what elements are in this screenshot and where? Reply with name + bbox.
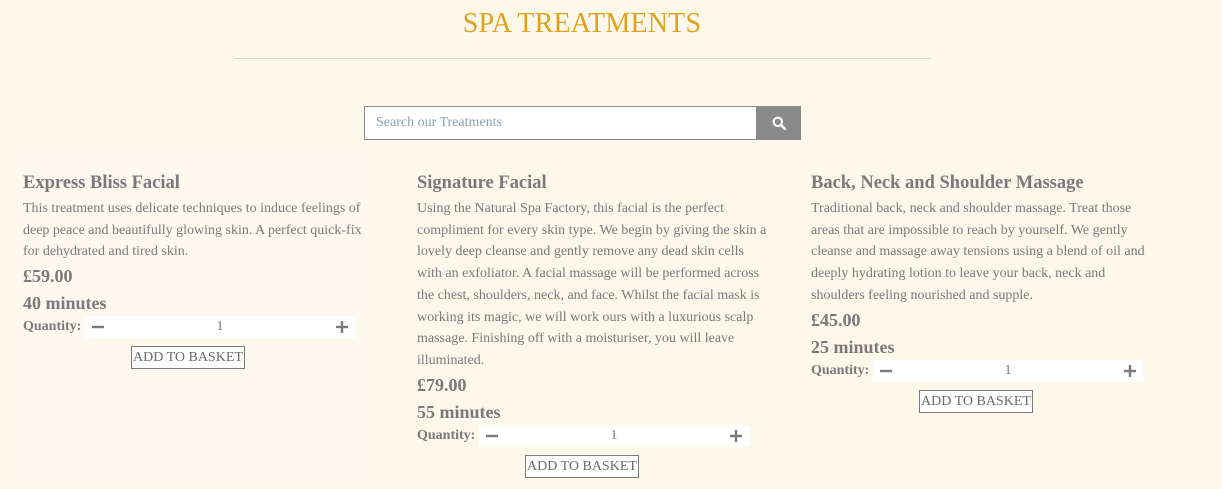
treatment-price: £45.00	[811, 309, 861, 330]
search-button[interactable]	[757, 106, 801, 140]
treatment-duration: 40 minutes	[23, 293, 107, 314]
treatment-price: £59.00	[23, 266, 73, 287]
quantity-row: Quantity: 1	[23, 316, 373, 339]
minus-icon[interactable]	[879, 364, 893, 378]
quantity-stepper: 1	[85, 316, 355, 339]
minus-icon[interactable]	[91, 320, 105, 334]
quantity-stepper: 1	[873, 359, 1143, 382]
treatment-card: Signature Facial Using the Natural Spa F…	[417, 172, 767, 478]
treatment-description: This treatment uses delicate techniques …	[23, 201, 362, 260]
add-to-basket-button[interactable]: ADD TO BASKET	[525, 454, 639, 478]
treatment-name: Signature Facial	[417, 173, 547, 193]
quantity-label: Quantity:	[417, 427, 476, 443]
quantity-input[interactable]: 1	[611, 428, 618, 444]
quantity-label: Quantity:	[23, 319, 82, 335]
quantity-row: Quantity: 1	[811, 359, 1161, 382]
quantity-input[interactable]: 1	[217, 319, 224, 335]
treatment-name: Express Bliss Facial	[23, 173, 180, 193]
title-divider	[234, 58, 931, 59]
search-icon	[772, 116, 786, 130]
treatment-description: Traditional back, neck and shoulder mass…	[811, 201, 1145, 303]
quantity-stepper: 1	[479, 424, 749, 447]
plus-icon[interactable]	[1123, 364, 1137, 378]
treatment-description: Using the Natural Spa Factory, this faci…	[417, 201, 767, 368]
treatment-duration: 55 minutes	[417, 401, 501, 422]
treatment-name: Back, Neck and Shoulder Massage	[811, 173, 1084, 193]
add-to-basket-button[interactable]: ADD TO BASKET	[131, 346, 245, 370]
treatment-duration: 25 minutes	[811, 336, 895, 357]
page-title: SPA TREATMENTS	[462, 8, 702, 39]
add-to-basket-button[interactable]: ADD TO BASKET	[919, 389, 1033, 413]
plus-icon[interactable]	[729, 429, 743, 443]
treatment-card: Express Bliss Facial This treatment uses…	[23, 172, 373, 370]
minus-icon[interactable]	[485, 429, 499, 443]
search-bar	[364, 106, 801, 140]
treatment-price: £79.00	[417, 374, 467, 395]
search-input[interactable]	[364, 106, 757, 140]
quantity-row: Quantity: 1	[417, 424, 767, 447]
quantity-label: Quantity:	[811, 362, 870, 378]
plus-icon[interactable]	[335, 320, 349, 334]
treatment-card: Back, Neck and Shoulder Massage Traditio…	[811, 172, 1161, 413]
quantity-input[interactable]: 1	[1005, 363, 1012, 379]
